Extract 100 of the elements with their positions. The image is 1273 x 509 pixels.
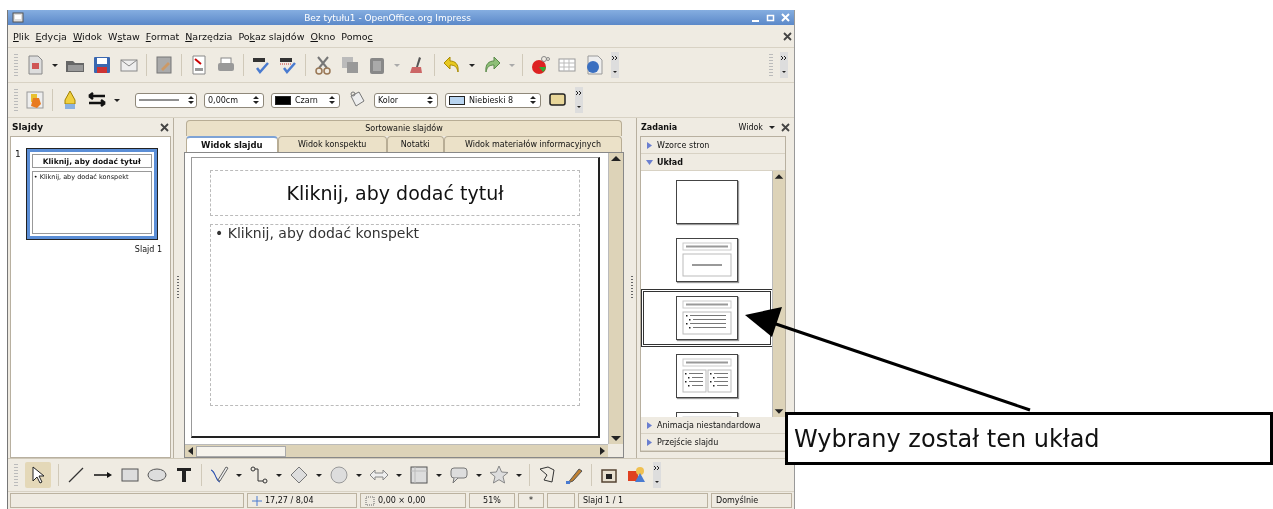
dropdown-arrow-icon[interactable] [356, 473, 362, 477]
dropdown-arrow-icon[interactable] [476, 473, 482, 477]
dropdown-arrow-icon[interactable] [396, 473, 402, 477]
panel-title: Zadania [641, 122, 679, 132]
menu-item[interactable]: Pokaz slajdów [235, 30, 308, 42]
globe-document-icon[interactable] [584, 55, 604, 75]
maximize-icon[interactable] [766, 13, 775, 22]
menu-item[interactable]: Format [142, 30, 183, 42]
size-field: 0,00 × 0,00 [360, 493, 466, 508]
task-section-header[interactable]: Przejście slajdu [641, 434, 785, 451]
dropdown-arrow-icon[interactable] [436, 473, 442, 477]
dropdown-arrow-icon[interactable] [52, 63, 58, 67]
window-icon [12, 12, 24, 23]
menu-item[interactable]: Wstaw [105, 30, 143, 42]
slide-label: Slajd 1 [133, 245, 163, 254]
pdf-icon[interactable] [189, 55, 209, 75]
slide-number: 1 [15, 149, 21, 161]
clipboard-icon[interactable] [367, 55, 387, 75]
pie-chart-icon[interactable] [530, 55, 550, 75]
dropdown-arrow-icon[interactable] [516, 473, 522, 477]
vertical-scrollbar[interactable] [608, 153, 623, 444]
redo-arrow-icon[interactable] [482, 55, 502, 75]
menu-item[interactable]: Narzędzia [182, 30, 236, 42]
select-tool-button[interactable] [25, 462, 51, 488]
menu-item[interactable]: Edycja [32, 30, 70, 42]
dropdown-arrow-icon[interactable] [114, 98, 120, 102]
diamond-icon[interactable] [289, 465, 309, 485]
dropdown-arrow-icon[interactable] [469, 63, 475, 67]
star-icon[interactable] [489, 465, 509, 485]
speech-bubble-icon[interactable] [449, 465, 469, 485]
dropdown-arrow-icon[interactable] [316, 473, 322, 477]
insert-object-icon[interactable] [626, 465, 646, 485]
slide-canvas[interactable]: Kliknij, aby dodać tytuł • Kliknij, aby dodać konspekt [191, 157, 600, 438]
spinner-arrows-icon[interactable] [529, 95, 537, 105]
layout-thumbnail [675, 238, 738, 282]
autospellcheck-icon[interactable] [278, 55, 298, 75]
outline-placeholder[interactable]: • Kliknij, aby dodać konspekt [210, 224, 580, 406]
overflow-icon[interactable] [653, 462, 661, 488]
overflow-icon[interactable] [611, 52, 619, 78]
color-swatch [449, 95, 465, 105]
menu-item[interactable]: Plik [10, 30, 33, 42]
spinner-arrows-icon[interactable] [252, 95, 260, 105]
line-icon[interactable] [66, 465, 86, 485]
close-icon[interactable] [160, 122, 169, 132]
new-document-icon[interactable] [25, 55, 45, 75]
view-tab[interactable]: Widok slajdu [186, 136, 278, 152]
edit-document-icon[interactable] [154, 55, 174, 75]
line-width-spinbox[interactable]: 0,00cm [204, 92, 264, 108]
window-title: Bez tytułu1 - OpenOffice.org Impress [303, 12, 472, 23]
area-style-select[interactable]: Kolor [374, 92, 438, 108]
view-tab[interactable]: Sortowanie slajdów [186, 120, 622, 136]
spinner-arrows-icon[interactable] [426, 95, 434, 105]
dropdown-arrow-icon[interactable] [276, 473, 282, 477]
text-tool-icon[interactable] [174, 465, 194, 485]
freehand-pen-icon[interactable] [209, 465, 229, 485]
menu-item[interactable]: Okno [307, 30, 339, 42]
dropdown-arrow-icon[interactable] [236, 473, 242, 477]
size-icon [365, 495, 375, 506]
layout-thumbnail [675, 296, 738, 340]
solid-line-icon [139, 98, 179, 102]
title-placeholder[interactable]: Kliknij, aby dodać tytuł [210, 170, 580, 216]
view-tab[interactable]: Notatki [386, 136, 444, 152]
slide-number-field: Slajd 1 / 1 [578, 493, 708, 508]
color-swatch [275, 95, 291, 105]
horizontal-scrollbar[interactable] [185, 444, 608, 457]
overflow-icon[interactable] [780, 52, 788, 78]
connector-icon[interactable] [249, 465, 269, 485]
close-icon[interactable] [783, 31, 792, 41]
master-field: Domyślnie [711, 493, 792, 508]
spinner-arrows-icon[interactable] [187, 95, 195, 105]
view-tab[interactable]: Widok konspektu [277, 136, 387, 152]
spinner-arrows-icon[interactable] [328, 95, 336, 105]
modified-field: * [518, 493, 544, 508]
line-color-select[interactable]: Czarn [271, 92, 340, 108]
layout-thumbnail [675, 180, 738, 224]
vertical-scrollbar[interactable] [772, 171, 785, 417]
menu-item[interactable]: Widok [69, 30, 106, 42]
scroll-down-icon[interactable] [609, 433, 623, 444]
scissors-icon[interactable] [313, 55, 333, 75]
view-tab[interactable]: Widok materiałów informacyjnych [443, 136, 622, 152]
zoom-field[interactable]: 51% [469, 493, 515, 508]
dropdown-arrow-icon[interactable] [769, 125, 775, 129]
task-section-header[interactable]: Wzorce stron [641, 137, 785, 154]
ellipse-icon[interactable] [147, 465, 167, 485]
menu-item[interactable]: Pomoc [338, 30, 376, 42]
layout-thumbnail [675, 354, 738, 398]
arrow-style-icon[interactable] [87, 90, 107, 110]
position-field: 17,27 / 8,04 [247, 493, 357, 508]
view-menu[interactable]: Widok [738, 122, 763, 132]
undo-arrow-icon[interactable] [442, 55, 462, 75]
task-section-header[interactable]: Animacja niestandardowa [641, 417, 785, 434]
scrollbar-corner [608, 444, 623, 457]
callout-text: Wybrany został ten układ [785, 412, 1273, 465]
points-icon[interactable] [537, 465, 557, 485]
spellcheck-icon[interactable] [251, 55, 271, 75]
overflow-icon[interactable] [575, 87, 583, 113]
close-icon[interactable] [781, 122, 790, 132]
position-icon [252, 495, 262, 506]
panel-title: Slajdy [12, 122, 44, 132]
area-color-select[interactable]: Niebieski 8 [445, 92, 541, 108]
